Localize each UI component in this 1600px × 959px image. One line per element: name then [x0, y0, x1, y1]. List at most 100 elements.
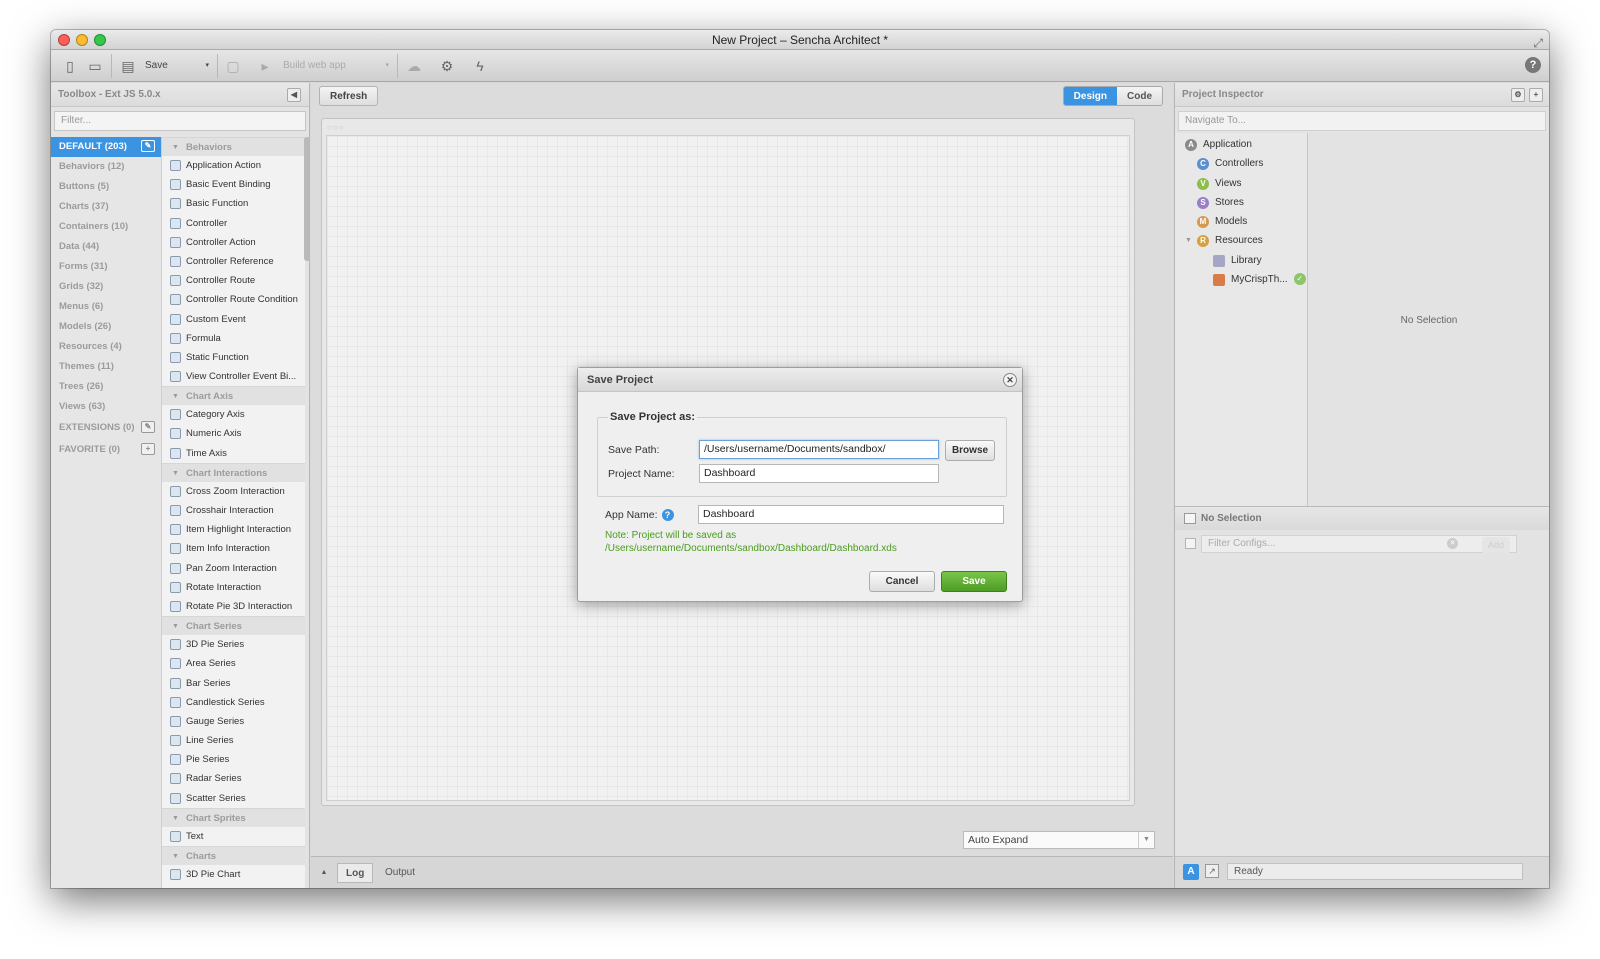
toolbox-item[interactable]: Cross Zoom Interaction — [162, 482, 305, 501]
toolbox-item[interactable]: Controller Action — [162, 233, 305, 252]
toolbox-item[interactable]: Category Axis — [162, 405, 305, 424]
category-models[interactable]: Models (26) — [51, 317, 161, 337]
toolbox-item[interactable]: Area Series — [162, 654, 305, 673]
tree-node[interactable]: S Stores — [1175, 193, 1307, 212]
category-views[interactable]: Views (63) — [51, 397, 161, 417]
toolbox-item[interactable]: Static Function — [162, 348, 305, 367]
zoom-window-button[interactable] — [94, 34, 106, 46]
toolbox-item[interactable]: Application Action — [162, 156, 305, 175]
category-grids[interactable]: Grids (32) — [51, 277, 161, 297]
project-name-input[interactable]: Dashboard — [699, 464, 939, 483]
new-project-icon[interactable]: ▯ — [61, 55, 79, 77]
toolbox-item[interactable]: View Controller Event Bi... — [162, 367, 305, 386]
category-containers[interactable]: Containers (10) — [51, 217, 161, 237]
toolbox-item[interactable]: Pie Series — [162, 750, 305, 769]
navigate-to-input[interactable]: Navigate To... — [1178, 111, 1546, 131]
category-data[interactable]: Data (44) — [51, 237, 161, 257]
tree-node[interactable]: C Controllers — [1175, 154, 1307, 173]
toolbox-item[interactable]: Bar Series — [162, 674, 305, 693]
toolbox-item[interactable]: Scatter Series — [162, 789, 305, 808]
add-icon[interactable]: + — [1529, 88, 1543, 102]
design-tab[interactable]: Design — [1063, 87, 1117, 105]
category-behaviors[interactable]: Behaviors (12) — [51, 157, 161, 177]
tree-node[interactable]: ▼ R Resources — [1175, 231, 1307, 250]
toolbox-item[interactable]: Radar Series — [162, 769, 305, 788]
config-checkbox[interactable] — [1185, 538, 1196, 549]
category-buttons[interactable]: Buttons (5) — [51, 177, 161, 197]
build-icon[interactable]: ▸ — [256, 55, 274, 77]
category-menus[interactable]: Menus (6) — [51, 297, 161, 317]
category-charts[interactable]: Charts (37) — [51, 197, 161, 217]
export-icon[interactable]: ↗ — [1205, 864, 1219, 878]
toolbox-item[interactable]: Custom Event — [162, 310, 305, 329]
toolbox-item[interactable]: Controller Route Condition — [162, 290, 305, 309]
category-themes[interactable]: Themes (11) — [51, 357, 161, 377]
toolbox-group-header[interactable]: Chart Series — [162, 616, 305, 636]
toolbox-group-header[interactable]: Charts — [162, 846, 305, 866]
tree-node[interactable]: M Models — [1175, 212, 1307, 231]
open-folder-icon[interactable]: ▭ — [85, 55, 105, 77]
gear-icon[interactable]: ⚙ — [437, 55, 457, 77]
toolbox-item[interactable]: Time Axis — [162, 444, 305, 463]
filter-configs-input[interactable]: Filter Configs... ✕ Add — [1201, 535, 1517, 553]
toolbox-item[interactable]: Item Highlight Interaction — [162, 520, 305, 539]
toolbox-item[interactable]: Controller Reference — [162, 252, 305, 271]
toolbox-item[interactable]: Formula — [162, 329, 305, 348]
toolbox-item[interactable]: 3D Pie Chart — [162, 865, 305, 884]
category-default[interactable]: DEFAULT (203) ✎ — [51, 137, 161, 157]
toolbox-item[interactable]: Controller Route — [162, 271, 305, 290]
lightning-icon[interactable]: ϟ — [470, 55, 490, 77]
toolbox-item[interactable]: Text — [162, 827, 305, 846]
toolbox-item[interactable]: Numeric Axis — [162, 424, 305, 443]
category-forms[interactable]: Forms (31) — [51, 257, 161, 277]
save-button[interactable]: Save — [941, 571, 1007, 592]
preview-icon[interactable]: ▢ — [224, 55, 242, 77]
auto-expand-select[interactable]: Auto Expand ▼ — [963, 831, 1155, 849]
clear-icon[interactable]: ✕ — [1447, 538, 1458, 549]
cloud-upload-icon[interactable]: ☁ — [403, 55, 425, 77]
browse-button[interactable]: Browse — [945, 440, 995, 461]
toolbox-item[interactable]: Candlestick Series — [162, 693, 305, 712]
output-tab[interactable]: Output — [377, 863, 423, 883]
toolbox-item[interactable]: Basic Function — [162, 194, 305, 213]
toolbox-item[interactable]: 3D Pie Series — [162, 635, 305, 654]
minimize-window-button[interactable] — [76, 34, 88, 46]
toolbox-item[interactable]: Gauge Series — [162, 712, 305, 731]
log-tab[interactable]: Log — [337, 863, 374, 883]
add-config-button[interactable]: Add — [1481, 537, 1510, 553]
collapse-left-icon[interactable]: ◀ — [287, 88, 301, 102]
toolbox-group-header[interactable]: Chart Interactions — [162, 462, 305, 483]
settings-icon[interactable]: ⚙ — [1511, 88, 1525, 102]
refresh-button[interactable]: Refresh — [319, 86, 379, 106]
tree-node[interactable]: A Application — [1175, 135, 1307, 154]
toolbox-item[interactable]: Rotate Interaction — [162, 578, 305, 597]
toolbox-group-header[interactable]: Chart Axis — [162, 386, 305, 406]
toolbox-item[interactable]: Controller — [162, 214, 305, 233]
category-extensions[interactable]: EXTENSIONS (0) ✎ — [51, 418, 161, 438]
close-icon[interactable]: ✕ — [1003, 373, 1017, 387]
toolbox-item[interactable]: Pan Zoom Interaction — [162, 559, 305, 578]
expand-arrow-icon[interactable]: ▼ — [1185, 231, 1192, 250]
expand-up-icon[interactable]: ▲ — [317, 863, 331, 883]
toolbox-scrollbar[interactable] — [304, 137, 310, 261]
tree-node[interactable]: V Views — [1175, 174, 1307, 193]
category-resources[interactable]: Resources (4) — [51, 337, 161, 357]
close-window-button[interactable] — [58, 34, 70, 46]
category-favorite[interactable]: FAVORITE (0) + — [51, 440, 161, 460]
cancel-button[interactable]: Cancel — [869, 571, 935, 592]
save-file-icon[interactable]: ▤ — [119, 55, 137, 77]
tree-node[interactable]: Library — [1175, 251, 1307, 270]
build-web-app-button[interactable]: Build web app ▾ — [283, 55, 391, 77]
code-tab[interactable]: Code — [1117, 87, 1162, 105]
app-name-input[interactable]: Dashboard — [698, 505, 1004, 524]
folder-edit-icon[interactable]: ✎ — [141, 140, 155, 152]
help-icon[interactable]: ? — [661, 509, 674, 522]
toolbox-item[interactable]: Item Info Interaction — [162, 539, 305, 558]
folder-edit-icon[interactable]: ✎ — [141, 421, 155, 433]
category-trees[interactable]: Trees (26) — [51, 377, 161, 397]
font-a-icon[interactable]: A — [1183, 864, 1199, 880]
save-dropdown-button[interactable]: Save ▾ — [145, 55, 211, 77]
save-path-input[interactable]: /Users/username/Documents/sandbox/ — [699, 440, 939, 459]
folder-add-icon[interactable]: + — [141, 443, 155, 455]
toolbox-item[interactable]: Line Series — [162, 731, 305, 750]
